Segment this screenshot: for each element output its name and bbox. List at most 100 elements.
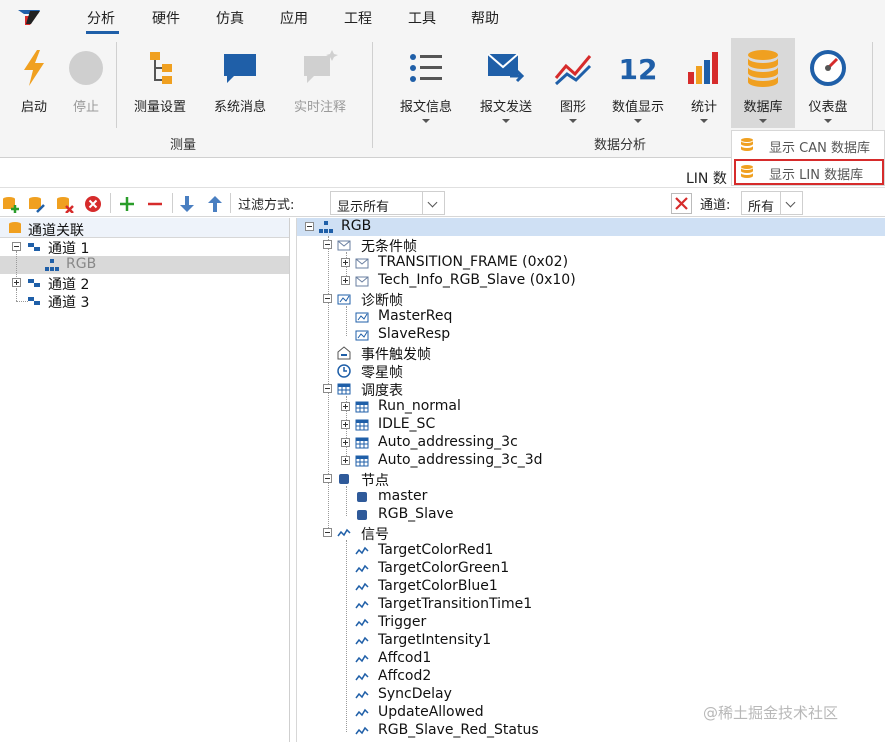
show-can-database-item[interactable]: 显示 CAN 数据库 — [732, 132, 884, 158]
numeric-display-button[interactable]: 12 数值显示 — [604, 42, 672, 123]
signal-label: Affcod1 — [378, 650, 432, 666]
channel-select[interactable]: 所有 — [741, 191, 803, 215]
clear-filter-button[interactable] — [671, 193, 692, 214]
channel-label: 通道: — [700, 198, 731, 213]
group-analysis-label: 数据分析 — [594, 138, 647, 153]
collapse-toggle[interactable] — [323, 384, 332, 393]
start-button[interactable]: 启动 — [10, 42, 58, 115]
show-lin-database-item[interactable]: 显示 LIN 数据库 — [734, 159, 884, 185]
filter-select[interactable]: 显示所有 — [330, 191, 445, 215]
tree-item-channel-1[interactable]: 通道 1 — [0, 238, 289, 257]
node-label: master — [378, 488, 428, 504]
tab-tools[interactable]: 工具 — [408, 8, 436, 28]
table-icon — [355, 455, 369, 467]
line-chart-icon — [554, 55, 592, 86]
rgb-root-label: RGB — [341, 218, 372, 234]
database-dropdown: 显示 CAN 数据库 显示 LIN 数据库 — [731, 130, 885, 186]
arrow-down-icon[interactable] — [178, 195, 196, 213]
tab-simulation[interactable]: 仿真 — [216, 8, 244, 28]
envelope-icon — [355, 258, 369, 269]
ribbon-separator — [116, 42, 117, 128]
graphics-button[interactable]: 图形 — [548, 42, 598, 123]
arrow-up-icon[interactable] — [206, 195, 224, 213]
collapse-toggle[interactable] — [323, 294, 332, 303]
system-messages-button[interactable]: 系统消息 — [204, 42, 276, 115]
chevron-down-icon[interactable] — [422, 192, 444, 214]
tree-item-rgb[interactable]: RGB — [0, 256, 289, 274]
frame-label: Tech_Info_RGB_Slave (0x10) — [378, 272, 576, 288]
signal-label: TargetColorRed1 — [378, 542, 494, 558]
plus-icon[interactable] — [118, 195, 136, 213]
add-database-icon[interactable] — [2, 195, 20, 213]
realtime-annotation-label: 实时注释 — [293, 100, 346, 115]
collapse-toggle[interactable] — [323, 474, 332, 483]
tree-structure-icon — [150, 52, 172, 84]
collapse-toggle[interactable] — [323, 240, 332, 249]
signal-wave-icon — [355, 582, 369, 591]
diagnostic-frame-icon — [355, 312, 369, 323]
dashboard-button[interactable]: 仪表盘 — [800, 42, 856, 123]
tab-project[interactable]: 工程 — [344, 8, 372, 28]
tab-application[interactable]: 应用 — [280, 8, 308, 28]
realtime-annotation-button[interactable]: 实时注释 — [284, 42, 356, 115]
remove-database-icon[interactable] — [56, 195, 74, 213]
expand-toggle[interactable] — [341, 420, 350, 429]
expand-toggle[interactable] — [12, 278, 21, 287]
database-icon — [9, 222, 21, 233]
envelope-icon — [337, 240, 351, 251]
tree-item-channel-2[interactable]: 通道 2 — [0, 274, 289, 293]
message-info-label: 报文信息 — [399, 100, 452, 115]
chevron-down-icon[interactable] — [780, 192, 802, 214]
stop-button[interactable]: 停止 — [62, 42, 110, 115]
tab-help[interactable]: 帮助 — [471, 8, 499, 28]
chevron-down-icon — [502, 119, 510, 123]
statistics-button[interactable]: 统计 — [680, 42, 728, 123]
signals-label: 信号 — [361, 527, 389, 543]
collapse-toggle[interactable] — [305, 222, 314, 231]
node-label: RGB_Slave — [378, 506, 454, 522]
message-send-label: 报文发送 — [479, 100, 532, 115]
dashboard-label: 仪表盘 — [808, 100, 848, 115]
toolbar-separator — [172, 193, 173, 213]
signal-wave-icon — [355, 636, 369, 645]
delete-circle-icon[interactable] — [84, 195, 102, 213]
chevron-down-icon — [824, 119, 832, 123]
signal-wave-icon — [355, 672, 369, 681]
tab-analysis[interactable]: 分析 — [87, 8, 115, 28]
tree-line — [346, 540, 347, 732]
expand-toggle[interactable] — [341, 438, 350, 447]
tab-hardware[interactable]: 硬件 — [152, 8, 180, 28]
collapse-toggle[interactable] — [323, 528, 332, 537]
signal-wave-icon — [355, 708, 369, 717]
expand-toggle[interactable] — [341, 402, 350, 411]
stop-circle-icon — [69, 51, 103, 85]
node-cube-icon — [357, 492, 367, 502]
channel-select-value: 所有 — [748, 200, 775, 215]
expand-toggle[interactable] — [341, 456, 350, 465]
chevron-down-icon — [634, 119, 642, 123]
minus-icon[interactable] — [146, 195, 164, 213]
signal-label: RGB_Slave_Red_Status — [378, 722, 539, 738]
database-icon — [741, 165, 753, 178]
nodes-label: 节点 — [361, 473, 389, 489]
message-info-button[interactable]: 报文信息 — [392, 42, 460, 123]
tree-item-channel-3[interactable]: 通道 3 — [0, 292, 289, 311]
active-tab-indicator — [86, 31, 119, 34]
schedule-label: IDLE_SC — [378, 416, 436, 432]
collapse-toggle[interactable] — [12, 242, 21, 251]
stop-label: 停止 — [72, 100, 99, 115]
edit-database-icon[interactable] — [28, 195, 46, 213]
channel-1-label: 通道 1 — [48, 241, 90, 257]
database-button[interactable]: 数据库 — [731, 38, 795, 128]
diag-frame-label: SlaveResp — [378, 326, 451, 342]
message-send-button[interactable]: 报文发送 — [472, 42, 540, 123]
signal-label: TargetColorBlue1 — [378, 578, 498, 594]
panel-title-text: LIN 数 — [686, 171, 727, 187]
toolbar-separator — [230, 193, 231, 213]
measure-setup-button[interactable]: 测量设置 — [124, 42, 196, 115]
menu-bar: 分析 硬件 仿真 应用 工程 工具 帮助 — [0, 0, 885, 38]
network-icon — [45, 259, 59, 271]
signal-wave-icon — [337, 528, 351, 537]
expand-toggle[interactable] — [341, 276, 350, 285]
expand-toggle[interactable] — [341, 258, 350, 267]
